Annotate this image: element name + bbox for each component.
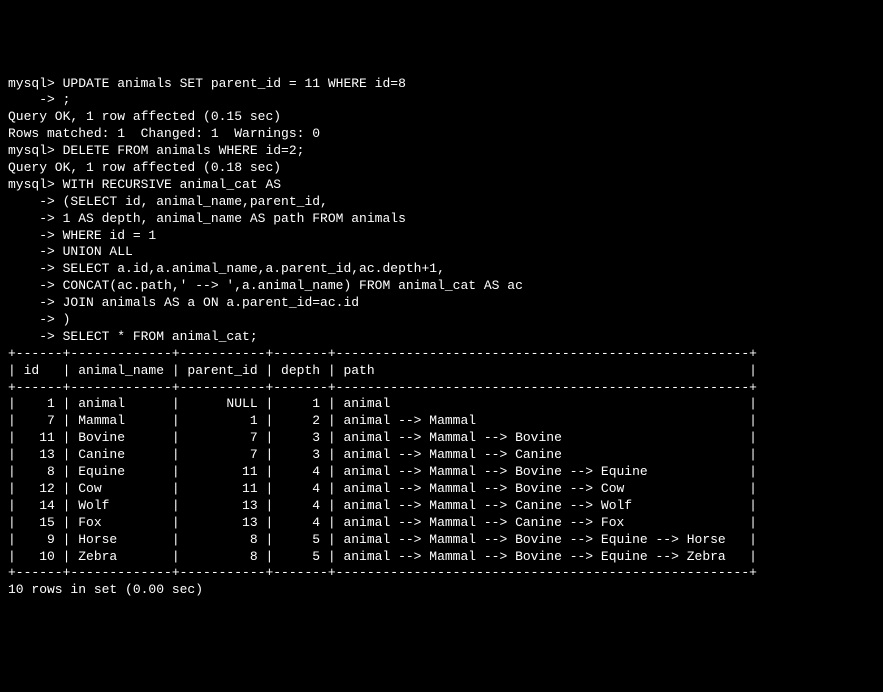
terminal-line: | 1 | animal | NULL | 1 | animal | [8,396,875,413]
terminal-line: 10 rows in set (0.00 sec) [8,582,875,599]
terminal-line: -> SELECT * FROM animal_cat; [8,329,875,346]
terminal-line: | 9 | Horse | 8 | 5 | animal --> Mammal … [8,532,875,549]
terminal-line: -> WHERE id = 1 [8,228,875,245]
terminal-line: Query OK, 1 row affected (0.18 sec) [8,160,875,177]
terminal-line: | 15 | Fox | 13 | 4 | animal --> Mammal … [8,515,875,532]
terminal-line: | 7 | Mammal | 1 | 2 | animal --> Mammal… [8,413,875,430]
terminal-line: +------+-------------+-----------+------… [8,380,875,397]
terminal-line: Rows matched: 1 Changed: 1 Warnings: 0 [8,126,875,143]
terminal-line: -> ) [8,312,875,329]
terminal-line: -> UNION ALL [8,244,875,261]
mysql-terminal-output: mysql> UPDATE animals SET parent_id = 11… [8,76,875,600]
terminal-line: Query OK, 1 row affected (0.15 sec) [8,109,875,126]
terminal-line: -> ; [8,92,875,109]
terminal-line: | 11 | Bovine | 7 | 3 | animal --> Mamma… [8,430,875,447]
terminal-line: -> SELECT a.id,a.animal_name,a.parent_id… [8,261,875,278]
terminal-line: mysql> UPDATE animals SET parent_id = 11… [8,76,875,93]
terminal-line: +------+-------------+-----------+------… [8,565,875,582]
terminal-line: +------+-------------+-----------+------… [8,346,875,363]
terminal-line: mysql> WITH RECURSIVE animal_cat AS [8,177,875,194]
terminal-line: -> JOIN animals AS a ON a.parent_id=ac.i… [8,295,875,312]
terminal-line: | 14 | Wolf | 13 | 4 | animal --> Mammal… [8,498,875,515]
terminal-line: | 12 | Cow | 11 | 4 | animal --> Mammal … [8,481,875,498]
terminal-line: | id | animal_name | parent_id | depth |… [8,363,875,380]
terminal-line: mysql> DELETE FROM animals WHERE id=2; [8,143,875,160]
terminal-line: -> 1 AS depth, animal_name AS path FROM … [8,211,875,228]
terminal-line: -> CONCAT(ac.path,' --> ',a.animal_name)… [8,278,875,295]
terminal-line: | 10 | Zebra | 8 | 5 | animal --> Mammal… [8,549,875,566]
terminal-line: | 13 | Canine | 7 | 3 | animal --> Mamma… [8,447,875,464]
terminal-line: -> (SELECT id, animal_name,parent_id, [8,194,875,211]
terminal-line: | 8 | Equine | 11 | 4 | animal --> Mamma… [8,464,875,481]
